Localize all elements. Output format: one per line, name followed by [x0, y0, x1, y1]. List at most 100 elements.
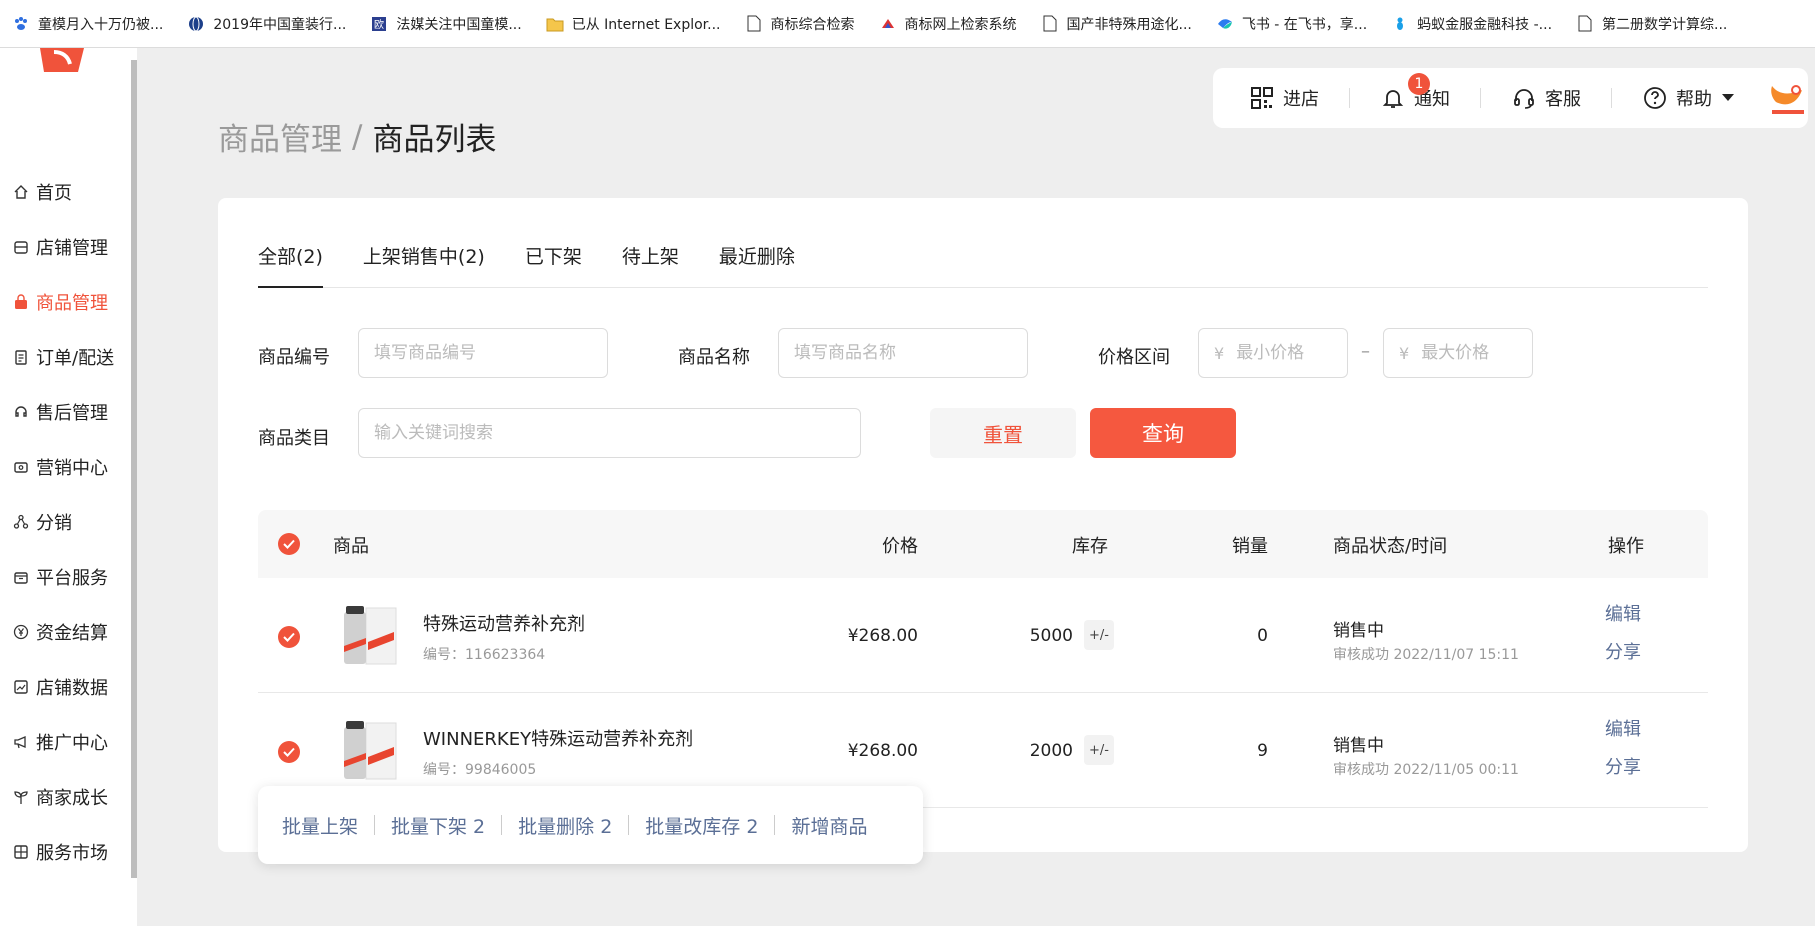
enter-shop-button[interactable]: 进店 [1249, 85, 1319, 111]
category-label: 商品类目 [258, 428, 330, 449]
bookmark-item[interactable]: 商标网上检索系统 [879, 14, 1017, 34]
bookmark-label: 商标网上检索系统 [904, 16, 1017, 33]
bookmark-item[interactable]: 蚂蚁金服金融科技 -... [1391, 14, 1552, 34]
qrcode-icon [1249, 85, 1275, 111]
sidebar-item-platform[interactable]: 平台服务 [0, 549, 131, 604]
stock-adjust-button[interactable]: +/- [1084, 620, 1114, 650]
sidebar-item-data[interactable]: 店铺数据 [0, 659, 131, 714]
product-name-field[interactable] [778, 328, 1028, 378]
product-code-input[interactable] [374, 343, 607, 363]
query-button[interactable]: 查询 [1090, 408, 1236, 458]
bookmark-item[interactable]: 第二册数学计算综... [1576, 14, 1727, 34]
product-sales: 0 [1257, 626, 1268, 646]
min-price-input[interactable] [1236, 343, 1347, 363]
sidebar-item-marketing[interactable]: 营销中心 [0, 439, 131, 494]
select-all-checkbox[interactable] [278, 533, 300, 555]
sidebar-item-label: 售后管理 [36, 402, 108, 424]
product-name[interactable]: 特殊运动营养补充剂 [423, 610, 585, 636]
yen-icon: ¥ [1214, 343, 1225, 363]
toolbar-divider [1611, 88, 1612, 108]
row-checkbox[interactable] [278, 741, 300, 763]
product-name-input[interactable] [794, 343, 1027, 363]
sidebar-item-promotion[interactable]: 推广中心 [0, 714, 131, 769]
headset-icon [1511, 85, 1537, 111]
sidebar-item-market[interactable]: 服务市场 [0, 824, 131, 879]
sidebar-item-label: 资金结算 [36, 622, 108, 644]
batch-on-shelf-button[interactable]: 批量上架 [282, 812, 358, 839]
bookmark-label: 2019年中国童装行... [213, 16, 347, 33]
bookmark-item[interactable]: 欧 法媒关注中国童模... [370, 14, 522, 34]
header-operations: 操作 [1608, 536, 1644, 557]
edit-link[interactable]: 编辑 [1605, 715, 1641, 741]
max-price-field[interactable]: ¥ [1383, 328, 1533, 378]
table-row: 特殊运动营养补充剂 编号：116623364 ¥268.00 5000 +/- … [258, 578, 1708, 693]
breadcrumb-parent[interactable]: 商品管理 [218, 114, 342, 159]
sidebar-item-distribution[interactable]: 分销 [0, 494, 131, 549]
tab-on-sale[interactable]: 上架销售中(2) [363, 242, 485, 287]
product-code-field[interactable] [358, 328, 608, 378]
sidebar-item-growth[interactable]: 商家成长 [0, 769, 131, 824]
edit-link[interactable]: 编辑 [1605, 600, 1641, 626]
help-menu[interactable]: 帮助 [1642, 85, 1734, 111]
paw-icon [12, 15, 30, 33]
tab-pending[interactable]: 待上架 [622, 242, 679, 287]
notification-button[interactable]: 1 通知 [1380, 73, 1450, 111]
batch-delete-button[interactable]: 批量删除 2 [518, 812, 612, 839]
min-price-field[interactable]: ¥ [1198, 328, 1348, 378]
yen-icon [12, 623, 30, 641]
sidebar-item-orders[interactable]: 订单/配送 [0, 329, 131, 384]
customer-service-button[interactable]: 客服 [1511, 85, 1581, 111]
home-icon [12, 183, 30, 201]
page-icon [1041, 15, 1059, 33]
bookmark-label: 第二册数学计算综... [1602, 16, 1728, 33]
folder-icon [546, 15, 564, 33]
page-icon [745, 15, 763, 33]
reset-button[interactable]: 重置 [930, 408, 1076, 458]
brand-logo-icon[interactable] [1768, 80, 1808, 116]
batch-divider [628, 815, 630, 835]
product-price: ¥268.00 [847, 626, 918, 646]
customer-service-label: 客服 [1545, 89, 1581, 110]
max-price-input[interactable] [1421, 343, 1532, 363]
batch-stock-button[interactable]: 批量改库存 2 [645, 812, 758, 839]
bookmark-label: 童模月入十万仍被... [38, 16, 164, 33]
tab-off-shelf[interactable]: 已下架 [525, 242, 582, 287]
breadcrumb-separator: / [352, 118, 363, 155]
header-stock: 库存 [1072, 536, 1108, 557]
stock-adjust-button[interactable]: +/- [1084, 735, 1114, 765]
share-nodes-icon [12, 513, 30, 531]
category-search-input[interactable] [374, 423, 860, 443]
bookmark-item[interactable]: 商标综合检索 [745, 14, 855, 34]
product-list-card: 全部(2) 上架销售中(2) 已下架 待上架 最近删除 商品编号 商品名称 价格… [218, 198, 1748, 852]
tab-recently-deleted[interactable]: 最近删除 [719, 242, 795, 287]
share-link[interactable]: 分享 [1605, 638, 1641, 664]
sidebar-item-label: 营销中心 [36, 457, 108, 479]
category-field[interactable] [358, 408, 861, 458]
batch-off-shelf-button[interactable]: 批量下架 2 [391, 812, 485, 839]
bookmark-item[interactable]: 童模月入十万仍被... [12, 14, 163, 34]
sidebar-item-products[interactable]: 商品管理 [0, 274, 131, 329]
sidebar-item-shop[interactable]: 店铺管理 [0, 219, 131, 274]
sidebar-item-finance[interactable]: 资金结算 [0, 604, 131, 659]
header-product: 商品 [333, 536, 369, 557]
page-icon [1576, 15, 1594, 33]
share-link[interactable]: 分享 [1605, 753, 1641, 779]
add-product-button[interactable]: 新增商品 [791, 812, 867, 839]
sidebar-item-aftersales[interactable]: 售后管理 [0, 384, 131, 439]
bookmark-label: 已从 Internet Explor... [571, 16, 721, 33]
product-thumbnail[interactable] [338, 602, 400, 668]
sidebar-item-home[interactable]: 首页 [0, 164, 131, 219]
product-name[interactable]: WINNERKEY特殊运动营养补充剂 [423, 725, 693, 751]
bookmark-item[interactable]: 已从 Internet Explor... [546, 14, 721, 34]
chevron-down-icon [1722, 94, 1734, 102]
tab-all[interactable]: 全部(2) [258, 242, 323, 288]
bookmark-item[interactable]: 飞书 - 在飞书，享... [1216, 14, 1367, 34]
bookmark-item[interactable]: 国产非特殊用途化... [1041, 14, 1192, 34]
row-checkbox[interactable] [278, 626, 300, 648]
sidebar-scrollbar[interactable] [131, 60, 137, 878]
bookmark-item[interactable]: 2019年中国童装行... [187, 14, 346, 34]
product-sales: 9 [1257, 741, 1268, 761]
globe-icon [187, 15, 205, 33]
product-thumbnail[interactable] [338, 717, 400, 783]
sidebar-item-label: 订单/配送 [36, 347, 115, 369]
